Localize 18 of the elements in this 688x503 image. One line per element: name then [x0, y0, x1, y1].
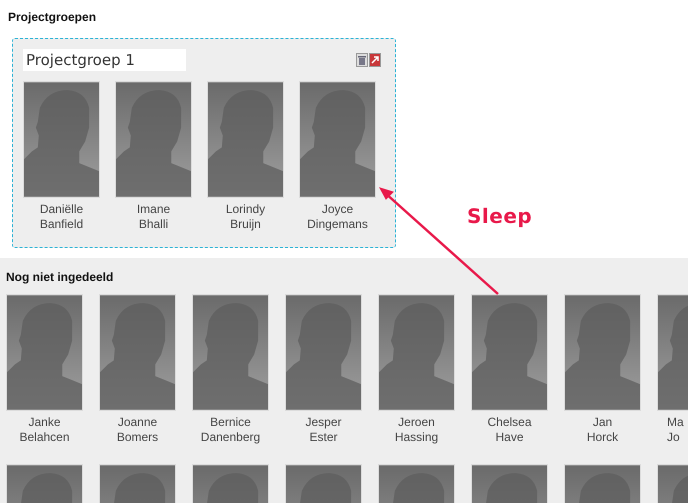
student-name: Joyce Dingemans: [307, 202, 368, 232]
student-name: Joanne Bomers: [116, 415, 158, 445]
student-name: Jeroen Hassing: [394, 415, 438, 445]
section-heading: Projectgroepen: [8, 9, 98, 25]
student-name: Imane Bhalli: [136, 202, 170, 232]
drag-hint-label: Sleep: [467, 204, 532, 228]
student-name: Jan Horck: [586, 415, 618, 445]
student-name: Janke Belahcen: [19, 415, 70, 445]
student-name: Daniëlle Banfield: [40, 202, 84, 232]
group-name-field[interactable]: Projectgroep 1: [23, 49, 186, 71]
close-icon[interactable]: [369, 53, 381, 67]
student-name: Lorindy Bruijn: [226, 202, 266, 232]
student-name: Chelsea Have: [487, 415, 532, 445]
section-heading: Nog niet ingedeeld: [6, 269, 114, 285]
student-name: Ma Jo: [666, 415, 684, 445]
student-name: Jesper Ester: [305, 415, 342, 445]
student-name: Bernice Danenberg: [200, 415, 260, 445]
trash-icon[interactable]: [356, 53, 368, 67]
